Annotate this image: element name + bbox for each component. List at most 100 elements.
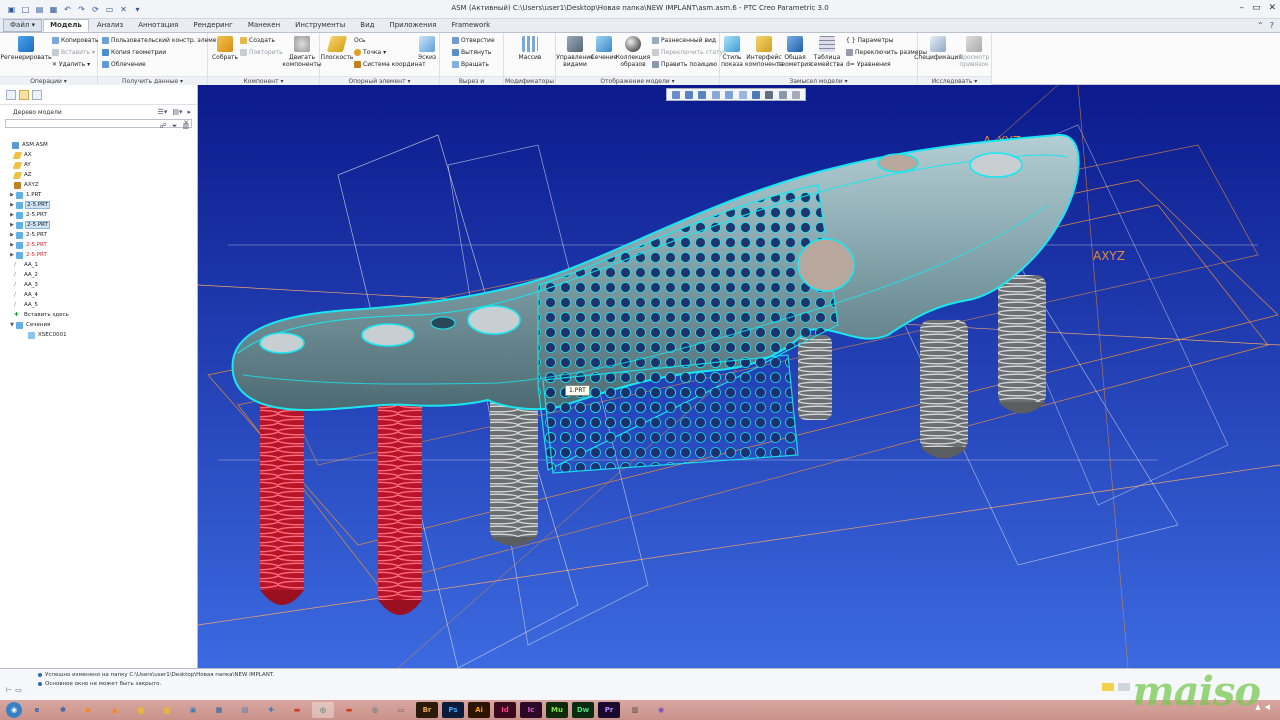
datum-display-icon[interactable]: [778, 90, 787, 99]
zoom-out-icon[interactable]: [698, 90, 707, 99]
tree-settings-icon[interactable]: ☰▾: [158, 108, 168, 116]
favorites-tab-icon[interactable]: [32, 89, 42, 100]
drag-components-button[interactable]: Двигать компоненты: [282, 36, 322, 68]
folder-browser-tab-icon[interactable]: [19, 89, 29, 100]
muse-icon[interactable]: Mu: [546, 702, 568, 718]
annotation-display-icon[interactable]: [792, 90, 801, 99]
screw-grey-4[interactable]: [998, 275, 1046, 414]
expand-arrow-icon[interactable]: ▶: [8, 192, 16, 198]
tree-item-axis[interactable]: / AA_4: [14, 290, 38, 300]
tab-tools[interactable]: Инструменты: [288, 19, 352, 32]
parameters-button[interactable]: { } Параметры: [846, 37, 893, 44]
refit-icon[interactable]: [671, 90, 680, 99]
collapse-arrow-icon[interactable]: ▼: [8, 322, 16, 328]
common-geometry-button[interactable]: Общая геометрия: [778, 36, 812, 68]
appearance-gallery-button[interactable]: Коллекция образов: [616, 36, 650, 68]
indesign-icon[interactable]: Id: [494, 702, 516, 718]
revolve-button[interactable]: Вращать: [452, 61, 489, 68]
group-label-model-intent[interactable]: Замысел модели ▾: [720, 76, 917, 85]
model-tree-tab-icon[interactable]: [6, 89, 16, 100]
manage-views-button[interactable]: Управление видами: [556, 36, 594, 68]
group-label-datum[interactable]: Опорный элемент ▾: [320, 76, 439, 85]
point-button[interactable]: Точка ▾: [354, 49, 386, 56]
folder-icon[interactable]: ▆: [156, 702, 178, 718]
screw-red-2[interactable]: [378, 390, 422, 615]
redo-icon[interactable]: ↷: [76, 4, 87, 15]
volume-icon[interactable]: ◀: [1265, 703, 1270, 711]
view-manager-icon[interactable]: [738, 90, 747, 99]
screw-grey-2[interactable]: [798, 335, 832, 420]
group-label-cut-surface[interactable]: Вырез и поверхность ▾: [440, 76, 503, 94]
tab-framework[interactable]: Framework: [444, 19, 497, 32]
dreamweaver-icon[interactable]: Dw: [572, 702, 594, 718]
premiere-icon[interactable]: Pr: [598, 702, 620, 718]
pattern-button[interactable]: Массив: [514, 36, 546, 61]
expand-arrow-icon[interactable]: ▶: [8, 212, 16, 218]
group-label-model-display[interactable]: Отображение модели ▾: [556, 76, 719, 85]
columns-icon[interactable]: ▥: [182, 122, 189, 131]
tree-item-part[interactable]: ▶ 2-5.PRT: [8, 240, 47, 250]
tree-item-part[interactable]: ▶ 2-5.PRT: [8, 210, 47, 220]
illustrator-icon[interactable]: Ai: [468, 702, 490, 718]
open-icon[interactable]: ▤: [34, 4, 45, 15]
tree-item-xsec[interactable]: XSEC0001: [28, 330, 67, 340]
group-label-investigate[interactable]: Исследовать ▾: [918, 76, 991, 85]
regenerate-qat-icon[interactable]: ⟳: [90, 4, 101, 15]
group-label-operations[interactable]: Операции ▾: [0, 76, 97, 85]
create-button[interactable]: Создать: [240, 37, 275, 44]
expand-arrow-icon[interactable]: ▶: [8, 232, 16, 238]
save-icon[interactable]: ▦: [48, 4, 59, 15]
tree-pin-icon[interactable]: ▸: [187, 108, 191, 116]
toggle-status-button[interactable]: Переключить статус: [652, 49, 726, 56]
tab-view[interactable]: Вид: [353, 19, 381, 32]
component-interface-button[interactable]: Интерфейс компонента: [745, 36, 783, 68]
copy-button[interactable]: Копировать: [52, 37, 98, 44]
tree-filter-icon[interactable]: ▤▾: [172, 108, 182, 116]
user-defined-feature-button[interactable]: Пользовательский констр. элемент: [102, 37, 224, 44]
graphics-window[interactable]: A_XYZ AXYZ: [198, 85, 1280, 668]
customize-qat-icon[interactable]: ▾: [132, 4, 143, 15]
view-links-button[interactable]: Просмотр привязок: [958, 36, 990, 68]
display-style-button[interactable]: Стиль показа: [720, 36, 744, 68]
maximize-icon[interactable]: ▭: [1252, 3, 1261, 13]
minimize-icon[interactable]: –: [1239, 3, 1244, 13]
new-icon[interactable]: □: [20, 4, 31, 15]
extrude-button[interactable]: Вытянуть: [452, 49, 491, 56]
tree-item-part[interactable]: ▶ 2-5.PRT: [8, 230, 47, 240]
repeat-button[interactable]: Повторить: [240, 49, 283, 56]
app-icon[interactable]: ▬: [338, 702, 360, 718]
undo-icon[interactable]: ↶: [62, 4, 73, 15]
group-label-get-data[interactable]: Получить данные ▾: [98, 76, 207, 85]
tree-item-part[interactable]: ▶ 2-5.PRT: [8, 220, 50, 230]
app-icon[interactable]: ▥: [624, 702, 646, 718]
repaint-icon[interactable]: [711, 90, 720, 99]
group-label-component[interactable]: Компонент ▾: [208, 76, 319, 85]
csys-button[interactable]: Система координат: [354, 61, 426, 68]
app-icon[interactable]: ✽: [52, 702, 74, 718]
expand-arrow-icon[interactable]: ▶: [8, 252, 16, 258]
tree-item-root[interactable]: ASM.ASM: [4, 140, 48, 150]
tab-model[interactable]: Модель: [43, 19, 89, 32]
axis-button[interactable]: Ось: [354, 37, 366, 44]
tree-item-datum[interactable]: AZ: [12, 170, 32, 180]
app-icon[interactable]: ◎: [364, 702, 386, 718]
bom-button[interactable]: Спецификация: [914, 36, 962, 61]
navigator-toggle-icon[interactable]: ⊢: [6, 686, 12, 694]
zoom-in-icon[interactable]: [685, 90, 694, 99]
regen-status-icon[interactable]: [1102, 683, 1114, 691]
tree-item-part[interactable]: ▶ 2-5.PRT: [8, 250, 47, 260]
sketch-button[interactable]: Эскиз: [416, 36, 438, 61]
bridge-icon[interactable]: Br: [416, 702, 438, 718]
tab-render[interactable]: Рендеринг: [186, 19, 240, 32]
exploded-view-button[interactable]: Разнесенный вид: [652, 37, 716, 44]
app-icon[interactable]: ▬: [286, 702, 308, 718]
tree-item-sections[interactable]: ▼ Сечения: [8, 320, 50, 330]
paste-button[interactable]: Вставить ▾: [52, 49, 95, 56]
assemble-button[interactable]: Собрать: [211, 36, 239, 61]
plane-button[interactable]: Плоскость: [321, 36, 353, 61]
screw-red-1[interactable]: [260, 380, 304, 605]
edit-position-button[interactable]: Править позицию: [652, 61, 717, 68]
media-player-icon[interactable]: ▶: [78, 702, 100, 718]
tree-item-axis[interactable]: / AA_3: [14, 280, 38, 290]
app-icon[interactable]: ▤: [234, 702, 256, 718]
